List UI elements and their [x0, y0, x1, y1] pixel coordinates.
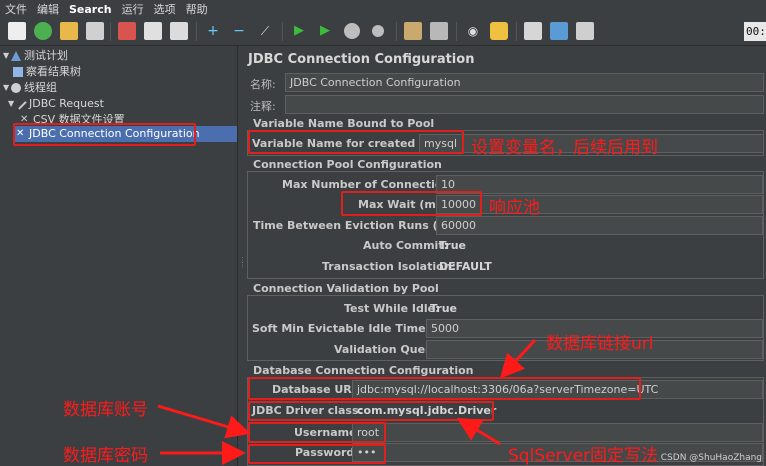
annotation-arrows [157, 338, 537, 465]
arrow-to-username [157, 404, 251, 439]
arrow-to-url [499, 338, 537, 379]
watermark: CSDN @ShuHaoZhang [660, 453, 762, 463]
arrow-to-driver [456, 417, 501, 446]
